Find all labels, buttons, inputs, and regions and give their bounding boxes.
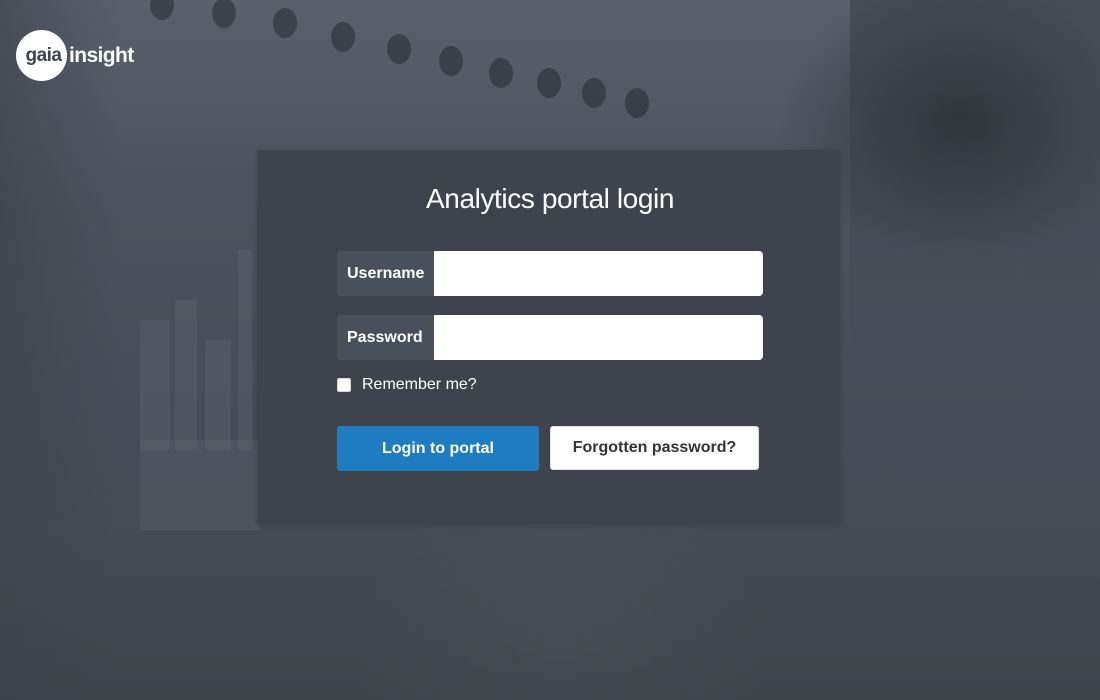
username-input[interactable] <box>434 251 763 296</box>
logo-text: insight <box>69 43 134 67</box>
background-rivet <box>489 58 513 88</box>
brand-logo[interactable]: gaia insight <box>16 30 134 81</box>
forgotten-password-button[interactable]: Forgotten password? <box>550 426 759 470</box>
background-rivet <box>387 34 411 64</box>
background-railing <box>140 440 260 530</box>
background-building <box>238 250 252 450</box>
logo-mark: gaia <box>16 30 67 81</box>
background-rivet <box>625 88 649 118</box>
password-label: Password <box>337 315 434 360</box>
background-window <box>850 0 1100 360</box>
username-field-group: Username <box>337 251 763 296</box>
background-floor <box>0 520 1100 700</box>
password-input[interactable] <box>434 315 763 360</box>
background-rivet <box>273 8 297 38</box>
background-rivet <box>150 0 174 20</box>
remember-me-label: Remember me? <box>362 376 477 393</box>
background-building <box>205 340 231 450</box>
background-rivet <box>537 68 561 98</box>
background-rivet <box>582 78 606 108</box>
background-rivet <box>331 22 355 52</box>
remember-me-checkbox[interactable] <box>337 378 351 392</box>
background-building <box>140 320 170 450</box>
username-label: Username <box>337 251 434 296</box>
background-building <box>175 300 197 450</box>
login-button[interactable]: Login to portal <box>337 426 539 471</box>
remember-me[interactable]: Remember me? <box>337 376 477 394</box>
background-rivet <box>439 46 463 76</box>
page-title: Analytics portal login <box>426 183 674 214</box>
password-field-group: Password <box>337 315 763 360</box>
background-rivet <box>212 0 236 28</box>
